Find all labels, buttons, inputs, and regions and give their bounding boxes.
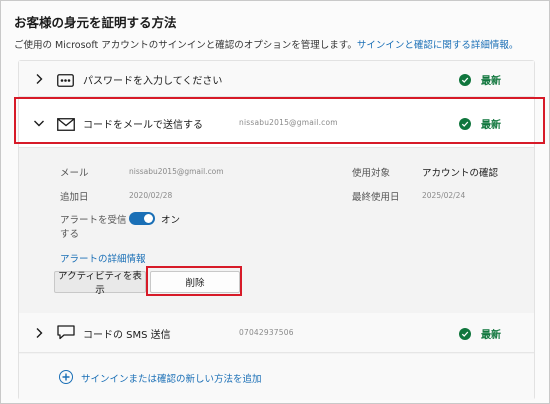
page-description: ご使用の Microsoft アカウントのサインインと確認のオプションを管理しま… — [14, 37, 518, 51]
alert-label-line2: する — [60, 229, 80, 240]
chat-icon — [57, 325, 75, 344]
page-title: お客様の身元を証明する方法 — [14, 15, 177, 30]
status-badge: 最新 — [459, 116, 501, 131]
settings-window: お客様の身元を証明する方法 ご使用の Microsoft アカウントのサインイン… — [0, 0, 550, 404]
check-circle-icon — [459, 327, 471, 340]
last-used-label: 最終使用日 — [352, 192, 400, 203]
status-badge: 最新 — [459, 72, 501, 87]
added-label: 追加日 — [60, 192, 89, 203]
chevron-down-icon[interactable] — [33, 117, 45, 129]
method-value: 07042937506 — [239, 328, 294, 337]
mail-icon — [57, 116, 75, 135]
status-badge: 最新 — [459, 326, 501, 341]
usage-value: アカウントの確認 — [422, 168, 499, 179]
add-method-row[interactable]: サインインまたは確認の新しい方法を追加 — [19, 354, 534, 400]
signin-info-link[interactable]: サインインと確認に関する詳細情報。 — [357, 40, 519, 51]
methods-panel: パスワードを入力してください 最新 コードをメールで送信する nissabu20… — [18, 60, 535, 400]
method-label: コードの SMS 送信 — [83, 330, 171, 341]
toggle-knob — [144, 214, 153, 223]
view-activity-button[interactable]: アクティビティを表示 — [54, 271, 146, 296]
method-details: メール nissabu2015@gmail.com 使用対象 アカウントの確認 … — [19, 149, 534, 312]
usage-label: 使用対象 — [352, 168, 391, 179]
last-used-value: 2025/02/24 — [422, 191, 466, 200]
status-text: 最新 — [481, 76, 501, 87]
email-label: メール — [60, 168, 89, 179]
added-value: 2020/02/28 — [129, 191, 173, 200]
email-value: nissabu2015@gmail.com — [129, 167, 224, 176]
chevron-right-icon[interactable] — [33, 73, 45, 85]
add-circle-icon[interactable] — [59, 370, 73, 384]
check-circle-icon — [459, 73, 471, 86]
method-row-sms[interactable]: コードの SMS 送信 07042937506 最新 — [19, 313, 534, 353]
add-method-link[interactable]: サインインまたは確認の新しい方法を追加 — [81, 371, 262, 385]
method-row-email[interactable]: コードをメールで送信する nissabu2015@gmail.com 最新 — [19, 98, 534, 148]
delete-button[interactable]: 削除 — [150, 271, 240, 293]
alert-toggle-state: オン — [161, 215, 181, 226]
method-label: コードをメールで送信する — [83, 120, 203, 131]
status-text: 最新 — [481, 120, 501, 131]
check-circle-icon — [459, 117, 471, 130]
alert-toggle[interactable] — [129, 212, 155, 225]
method-label: パスワードを入力してください — [83, 76, 223, 87]
description-text: ご使用の Microsoft アカウントのサインインと確認のオプションを管理しま… — [14, 40, 357, 51]
method-row-password[interactable]: パスワードを入力してください 最新 — [19, 61, 534, 97]
method-value: nissabu2015@gmail.com — [239, 118, 338, 127]
password-dots-icon — [57, 72, 74, 91]
status-text: 最新 — [481, 330, 501, 341]
chevron-right-icon[interactable] — [33, 327, 45, 339]
alert-label: アラートを受信 — [60, 215, 127, 226]
alert-details-link[interactable]: アラートの詳細情報 — [60, 251, 146, 265]
